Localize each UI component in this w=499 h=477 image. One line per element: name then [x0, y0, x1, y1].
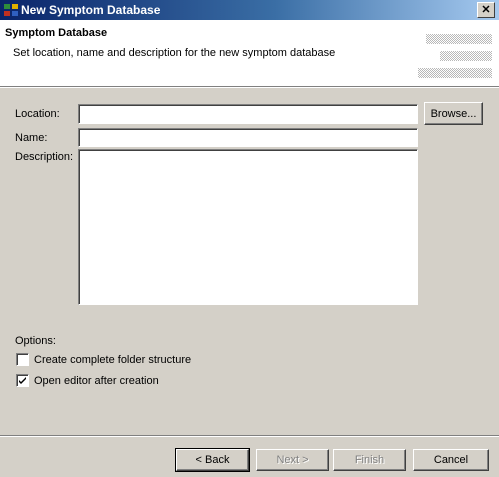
location-label: Location:	[15, 108, 60, 120]
next-button[interactable]: Next >	[256, 449, 329, 471]
finish-button[interactable]: Finish	[333, 449, 406, 471]
open-editor-checkbox[interactable]	[16, 374, 29, 387]
name-label: Name:	[15, 132, 48, 144]
cancel-button[interactable]: Cancel	[413, 449, 489, 471]
description-textarea[interactable]	[78, 149, 418, 305]
name-input[interactable]	[78, 128, 418, 147]
page-description: Set location, name and description for t…	[13, 47, 336, 59]
banner-image	[418, 34, 492, 78]
browse-button[interactable]: Browse...	[424, 102, 483, 125]
close-button[interactable]: ✕	[477, 2, 495, 18]
back-button[interactable]: < Back	[175, 448, 250, 472]
footer-separator	[0, 435, 499, 437]
create-folder-structure-label: Create complete folder structure	[34, 353, 192, 366]
open-editor-option[interactable]: Open editor after creation	[16, 374, 159, 387]
create-folder-structure-option[interactable]: Create complete folder structure	[16, 353, 191, 366]
options-label: Options:	[15, 335, 56, 347]
close-icon: ✕	[481, 4, 491, 16]
location-input[interactable]	[78, 104, 418, 124]
header-separator	[0, 86, 499, 88]
checkmark-icon	[19, 377, 26, 384]
window-title: New Symptom Database	[21, 3, 161, 17]
wizard-header: Symptom Database Set location, name and …	[0, 20, 499, 86]
description-label: Description:	[15, 151, 74, 163]
page-heading: Symptom Database	[5, 27, 108, 39]
create-folder-structure-checkbox[interactable]	[16, 353, 29, 366]
app-icon	[4, 4, 18, 16]
open-editor-label: Open editor after creation	[34, 374, 159, 387]
title-bar: New Symptom Database ✕	[0, 0, 499, 20]
